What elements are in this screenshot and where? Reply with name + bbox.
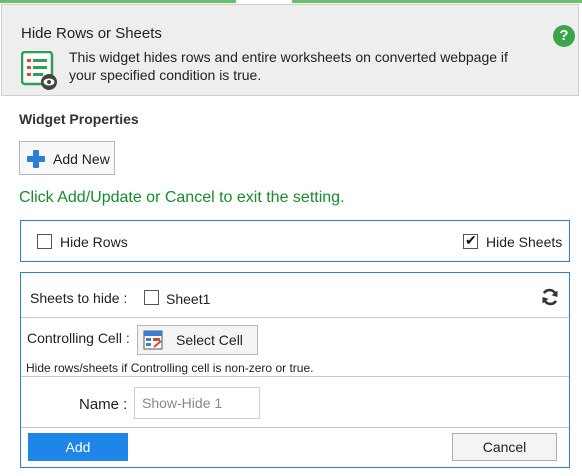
hide-sheets-label: Hide Sheets [486,234,563,250]
add-new-label: Add New [53,151,110,167]
settings-hint: Click Add/Update or Cancel to exit the s… [19,189,345,206]
controlling-cell-note: Hide rows/sheets if Controlling cell is … [26,361,314,375]
select-cell-label: Select Cell [176,332,243,348]
select-cell-button[interactable]: Select Cell [137,325,258,355]
widget-header: Hide Rows or Sheets This widget hides ro… [1,4,579,96]
sheets-to-hide-label: Sheets to hide : [30,290,128,306]
tab-indicator-right [292,0,582,3]
tab-indicator-left [0,0,236,3]
form-divider [21,317,569,318]
refresh-icon[interactable] [540,287,560,307]
add-button[interactable]: Add [28,433,128,461]
widget-description: This widget hides rows and entire worksh… [69,49,508,83]
sheet1-label: Sheet1 [166,291,211,307]
controlling-cell-label: Controlling Cell : [27,330,130,346]
name-input[interactable]: Show-Hide 1 [134,387,260,419]
widget-properties-title: Widget Properties [19,111,139,127]
form-divider [21,427,569,428]
cancel-button[interactable]: Cancel [452,433,557,461]
hide-rows-label: Hide Rows [60,234,128,250]
form-divider [21,376,569,377]
add-new-button[interactable]: Add New [19,141,115,175]
widget-list-eye-icon [21,51,57,90]
sheet1-checkbox[interactable] [144,290,159,305]
plus-icon [27,150,45,168]
name-label: Name : [79,396,128,413]
select-cell-icon [143,330,163,350]
widget-title: Hide Rows or Sheets [21,25,162,42]
hide-options-box: Hide Rows Hide Sheets [20,220,570,262]
hide-sheets-checkbox[interactable] [463,232,478,249]
top-tab-indicator [0,0,582,3]
hide-rows-checkbox[interactable] [37,234,52,249]
help-icon[interactable]: ? [553,25,575,47]
